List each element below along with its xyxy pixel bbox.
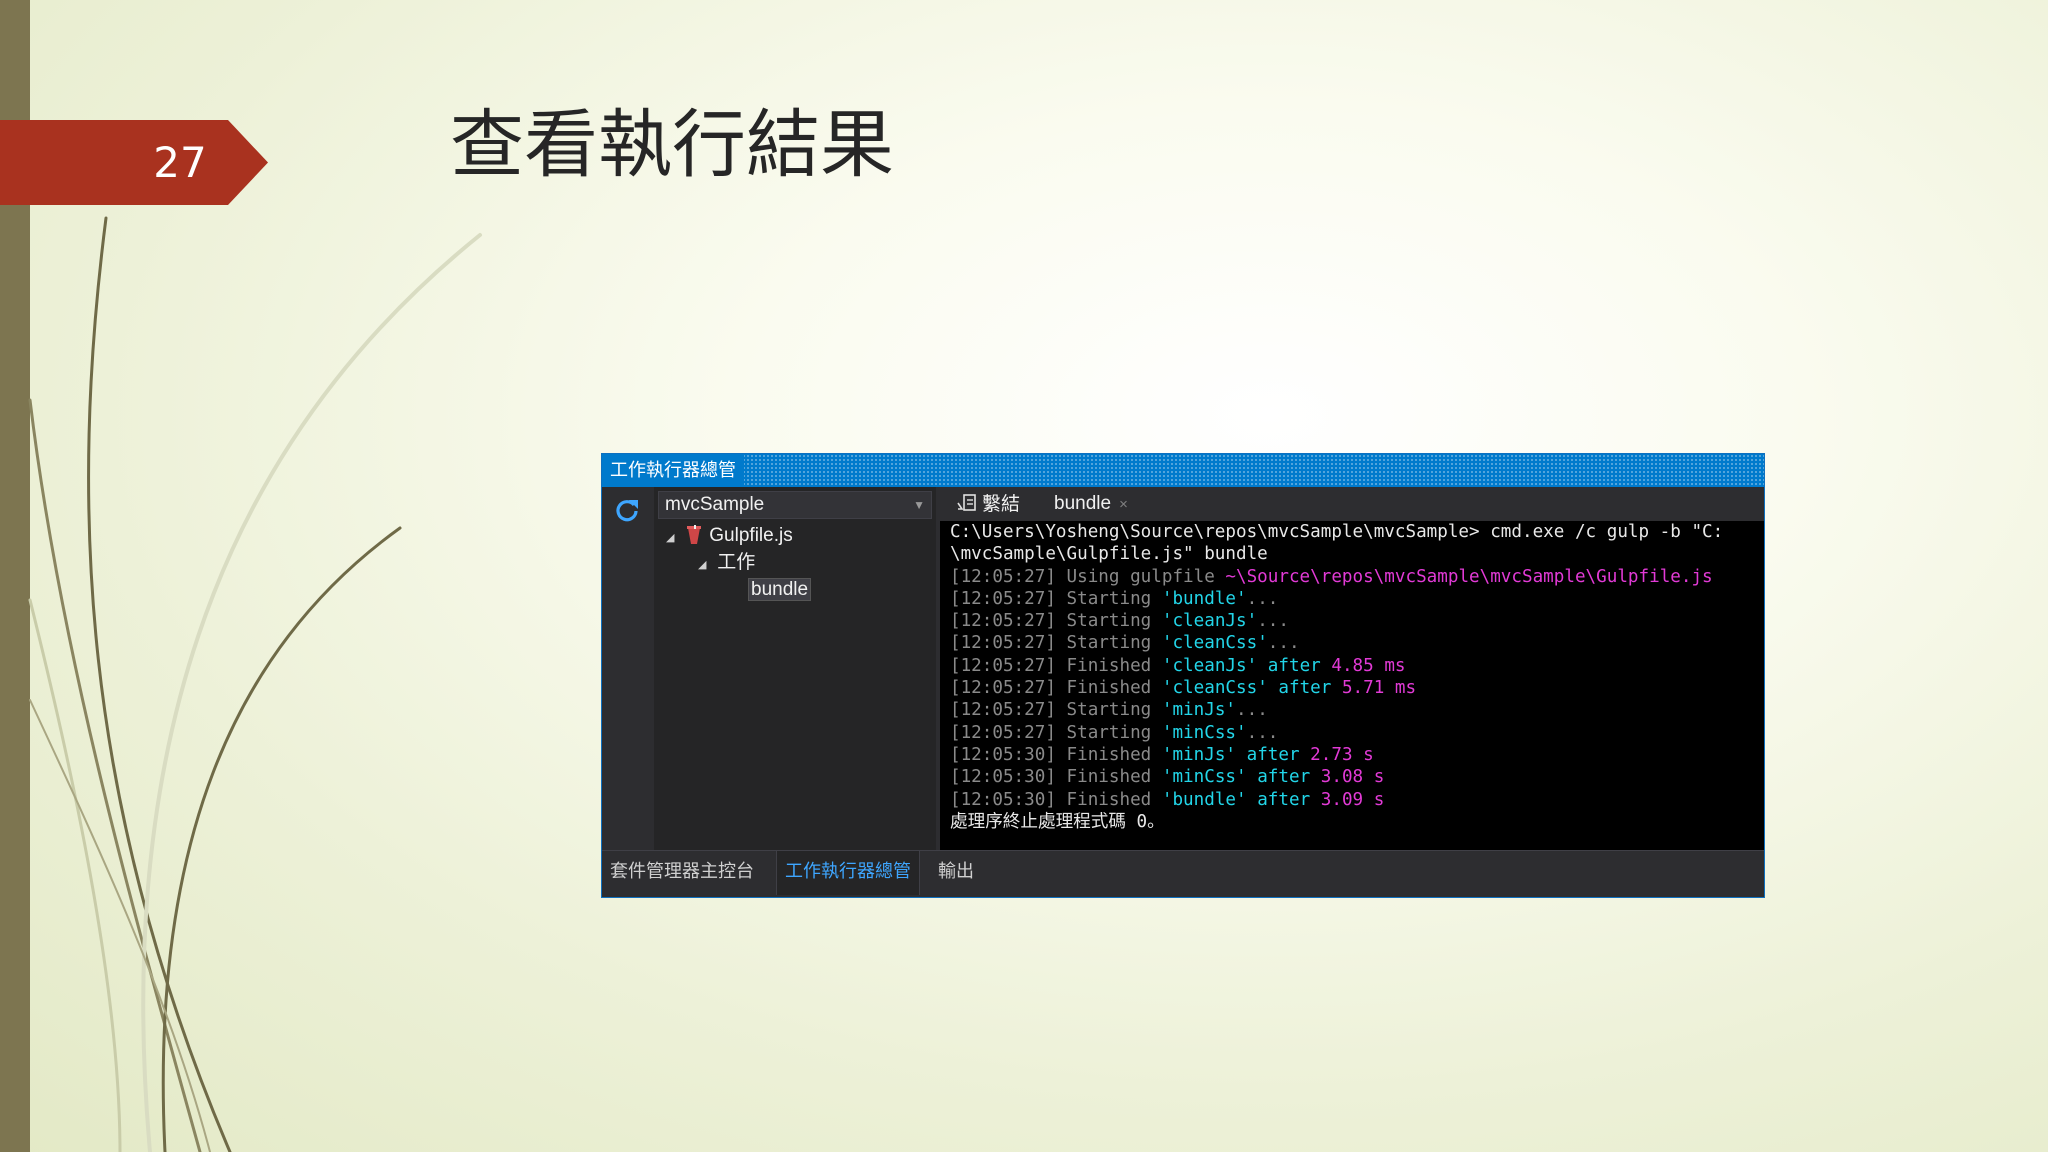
- console-text: [12:05:27] Finished: [950, 678, 1162, 699]
- slide-number: 27: [153, 138, 207, 187]
- console-text: \mvcSample\Gulpfile.js" bundle: [950, 544, 1268, 565]
- console-line: [12:05:30] Finished 'minCss' after 3.08 …: [950, 766, 1764, 788]
- console-text: [12:05:27] Starting: [950, 722, 1162, 743]
- console-text: after: [1246, 767, 1321, 788]
- console-text: [12:05:27] Finished: [950, 655, 1162, 676]
- refresh-icon[interactable]: [612, 495, 642, 525]
- task-runner-explorer-panel: 工作執行器總管 mvcSample ▼ ◢ Gulpfile.js ◢ 工作 b…: [601, 453, 1765, 898]
- slide-number-badge: [0, 120, 268, 205]
- console-line: [12:05:27] Starting 'minCss'...: [950, 722, 1764, 744]
- console-text: 'bundle': [1161, 789, 1247, 810]
- console-text: [12:05:27] Starting: [950, 700, 1162, 721]
- console-text: [12:05:30] Finished: [950, 767, 1162, 788]
- console-text: [12:05:30] Finished: [950, 789, 1162, 810]
- console-line: [12:05:27] Using gulpfile ~\Source\repos…: [950, 566, 1764, 588]
- tab-bundle-label: bundle: [1054, 493, 1112, 514]
- gulp-icon: [687, 525, 702, 544]
- tab-bindings[interactable]: 繫結: [956, 487, 1020, 521]
- project-dropdown-value: mvcSample: [665, 494, 765, 515]
- console-text: 2.73 s: [1310, 744, 1374, 765]
- bottom-tool-tabs: 套件管理器主控台 工作執行器總管 輸出: [602, 850, 1764, 897]
- console-text: C:\Users\Yosheng\Source\repos\mvcSample\…: [950, 522, 1724, 542]
- console-text: 'minCss': [1161, 767, 1247, 788]
- console-text: ...: [1267, 633, 1300, 654]
- console-text: 'cleanCss': [1161, 678, 1268, 699]
- console-output[interactable]: C:\Users\Yosheng\Source\repos\mvcSample\…: [940, 521, 1764, 850]
- console-text: 3.09 s: [1320, 789, 1385, 810]
- console-line: [12:05:27] Finished 'cleanJs' after 4.85…: [950, 655, 1764, 677]
- panel-title: 工作執行器總管: [602, 454, 744, 487]
- slide-title: 查看執行結果: [450, 102, 894, 188]
- bindings-icon: [957, 494, 976, 511]
- console-text: [12:05:30] Finished: [950, 744, 1162, 765]
- console-text: ...: [1257, 611, 1289, 632]
- panel-titlebar[interactable]: 工作執行器總管: [602, 454, 1764, 487]
- console-text: 'cleanJs': [1161, 611, 1258, 632]
- expand-triangle-icon[interactable]: ◢: [666, 525, 680, 551]
- console-text: 'minCss': [1161, 722, 1247, 743]
- tab-package-manager-console[interactable]: 套件管理器主控台: [602, 851, 762, 895]
- console-text: after: [1246, 789, 1321, 810]
- task-tree-pane: mvcSample ▼ ◢ Gulpfile.js ◢ 工作 bundle: [654, 487, 936, 850]
- console-text: 5.71 ms: [1341, 678, 1417, 699]
- console-text: ...: [1236, 700, 1268, 721]
- console-line: [12:05:27] Starting 'bundle'...: [950, 588, 1764, 610]
- project-dropdown[interactable]: mvcSample ▼: [658, 491, 932, 519]
- tab-bindings-label: 繫結: [982, 493, 1021, 515]
- console-text: 'minJs': [1161, 700, 1237, 721]
- console-line: [12:05:27] Finished 'cleanCss' after 5.7…: [950, 677, 1764, 699]
- tree-item-bundle-label: bundle: [748, 578, 812, 601]
- console-line: [12:05:30] Finished 'minJs' after 2.73 s: [950, 744, 1764, 766]
- close-icon[interactable]: ×: [1119, 496, 1128, 513]
- console-text: 'cleanJs': [1161, 655, 1258, 676]
- console-text: [12:05:27] Starting: [950, 611, 1162, 632]
- console-line: 處理序終止處理程式碼 0。: [950, 811, 1764, 833]
- console-line: [12:05:27] Starting 'cleanCss'...: [950, 632, 1764, 654]
- tab-bundle[interactable]: bundle ×: [1046, 487, 1136, 521]
- console-text: 4.85 ms: [1331, 655, 1406, 676]
- console-text: after: [1236, 744, 1311, 765]
- tree-item-gulpfile[interactable]: ◢ Gulpfile.js: [666, 523, 793, 549]
- console-text: 處理序終止處理程式碼 0。: [950, 811, 1165, 832]
- console-text: after: [1267, 678, 1342, 699]
- console-text: 'minJs': [1161, 744, 1237, 765]
- tab-task-runner-explorer[interactable]: 工作執行器總管: [776, 851, 920, 895]
- tree-item-bundle-task[interactable]: bundle: [748, 577, 812, 603]
- console-text: [12:05:27] Starting: [950, 633, 1162, 654]
- console-line: C:\Users\Yosheng\Source\repos\mvcSample\…: [950, 521, 1764, 543]
- console-line: [12:05:30] Finished 'bundle' after 3.09 …: [950, 789, 1764, 811]
- tab-output[interactable]: 輸出: [930, 851, 982, 895]
- output-tabbar: 繫結 bundle ×: [940, 487, 1764, 521]
- console-line: [12:05:27] Starting 'cleanJs'...: [950, 610, 1764, 632]
- toolbar-strip: [602, 487, 654, 850]
- tree-item-gulpfile-label: Gulpfile.js: [709, 525, 793, 546]
- expand-triangle-icon[interactable]: ◢: [698, 552, 712, 578]
- console-line: [12:05:27] Starting 'minJs'...: [950, 699, 1764, 721]
- console-text: after: [1257, 655, 1332, 676]
- tree-item-tasks-label: 工作: [717, 552, 756, 573]
- console-text: 3.08 s: [1320, 767, 1385, 788]
- console-text: ...: [1246, 588, 1279, 609]
- console-text: ...: [1246, 722, 1279, 743]
- console-text: 'cleanCss': [1161, 633, 1268, 654]
- console-line: \mvcSample\Gulpfile.js" bundle: [950, 543, 1764, 565]
- tree-item-tasks-folder[interactable]: ◢ 工作: [698, 550, 755, 576]
- console-text: ~\Source\repos\mvcSample\mvcSample\Gulpf…: [1225, 566, 1713, 587]
- chevron-down-icon: ▼: [913, 498, 925, 512]
- console-text: [12:05:27] Starting: [950, 588, 1162, 609]
- console-text: 'bundle': [1161, 588, 1247, 609]
- console-text: [12:05:27] Using gulpfile: [950, 566, 1226, 587]
